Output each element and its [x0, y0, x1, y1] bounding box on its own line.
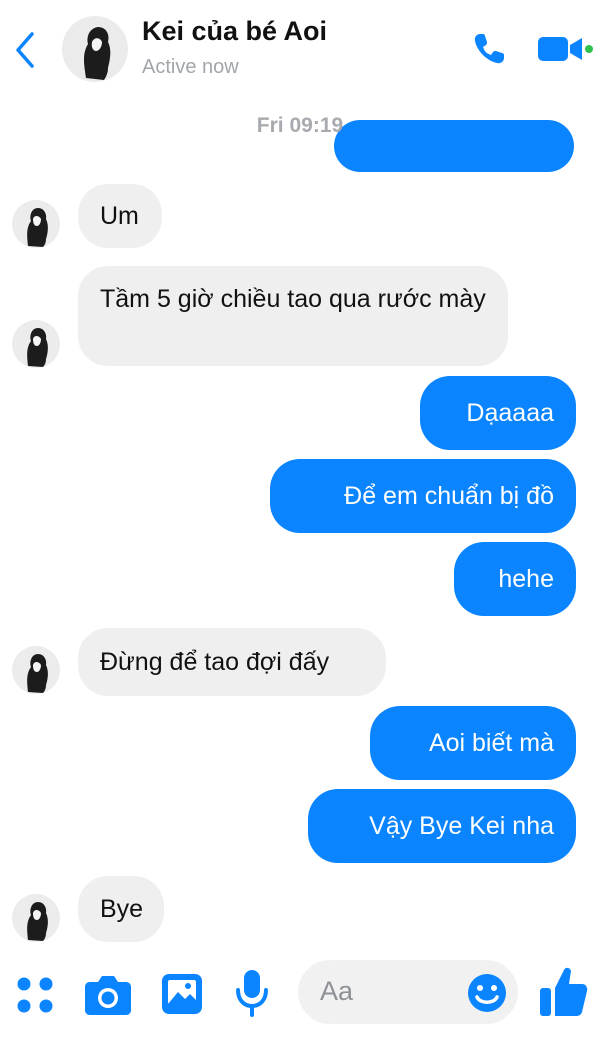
outgoing-message[interactable]: Để em chuẩn bị đồ [270, 459, 576, 533]
active-status: Active now [142, 56, 239, 78]
avatar-portrait-icon [84, 27, 111, 80]
avatar-portrait-icon [27, 328, 48, 367]
back-chevron-icon[interactable] [10, 28, 40, 72]
message-thread[interactable]: Fri 09:19 Um Tầm 5 giờ chiều tao qua rướ… [0, 100, 600, 950]
contact-name[interactable]: Kei của bé Aoi [142, 16, 327, 47]
message-input-placeholder: Aa [320, 976, 354, 1006]
message-input[interactable]: Aa [298, 960, 518, 1024]
incoming-message[interactable]: Bye [78, 876, 164, 942]
chat-header: Kei của bé Aoi Active now [0, 0, 600, 100]
phone-call-icon[interactable] [470, 30, 508, 68]
contact-avatar[interactable] [62, 16, 128, 82]
avatar-portrait-icon [27, 654, 48, 693]
outgoing-message[interactable]: Aoi biết mà [370, 706, 576, 780]
contact-avatar-small[interactable] [12, 320, 60, 368]
camera-icon[interactable] [84, 972, 132, 1016]
thumbs-up-icon[interactable] [538, 964, 588, 1020]
image-icon[interactable] [160, 972, 204, 1016]
incoming-message[interactable]: Tầm 5 giờ chiều tao qua rước mày [78, 266, 508, 366]
incoming-message[interactable]: Đừng để tao đợi đấy [78, 628, 386, 696]
incoming-message[interactable]: Um [78, 184, 162, 248]
outgoing-message[interactable]: Dạaaaa [420, 376, 576, 450]
avatar-portrait-icon [27, 208, 48, 247]
timestamp: Fri 09:19 [256, 114, 344, 137]
outgoing-message[interactable]: hehe [454, 542, 576, 616]
online-dot [585, 45, 593, 53]
menu-dots-icon[interactable] [14, 974, 56, 1016]
emoji-icon[interactable] [466, 972, 508, 1014]
microphone-icon[interactable] [234, 968, 270, 1018]
outgoing-message[interactable]: Vậy Bye Kei nha [308, 789, 576, 863]
contact-avatar-small[interactable] [12, 894, 60, 942]
contact-avatar-small[interactable] [12, 646, 60, 694]
contact-avatar-small[interactable] [12, 200, 60, 248]
avatar-portrait-icon [27, 902, 48, 941]
video-call-icon[interactable] [534, 30, 594, 68]
composer-bar: Aa [0, 950, 600, 1037]
